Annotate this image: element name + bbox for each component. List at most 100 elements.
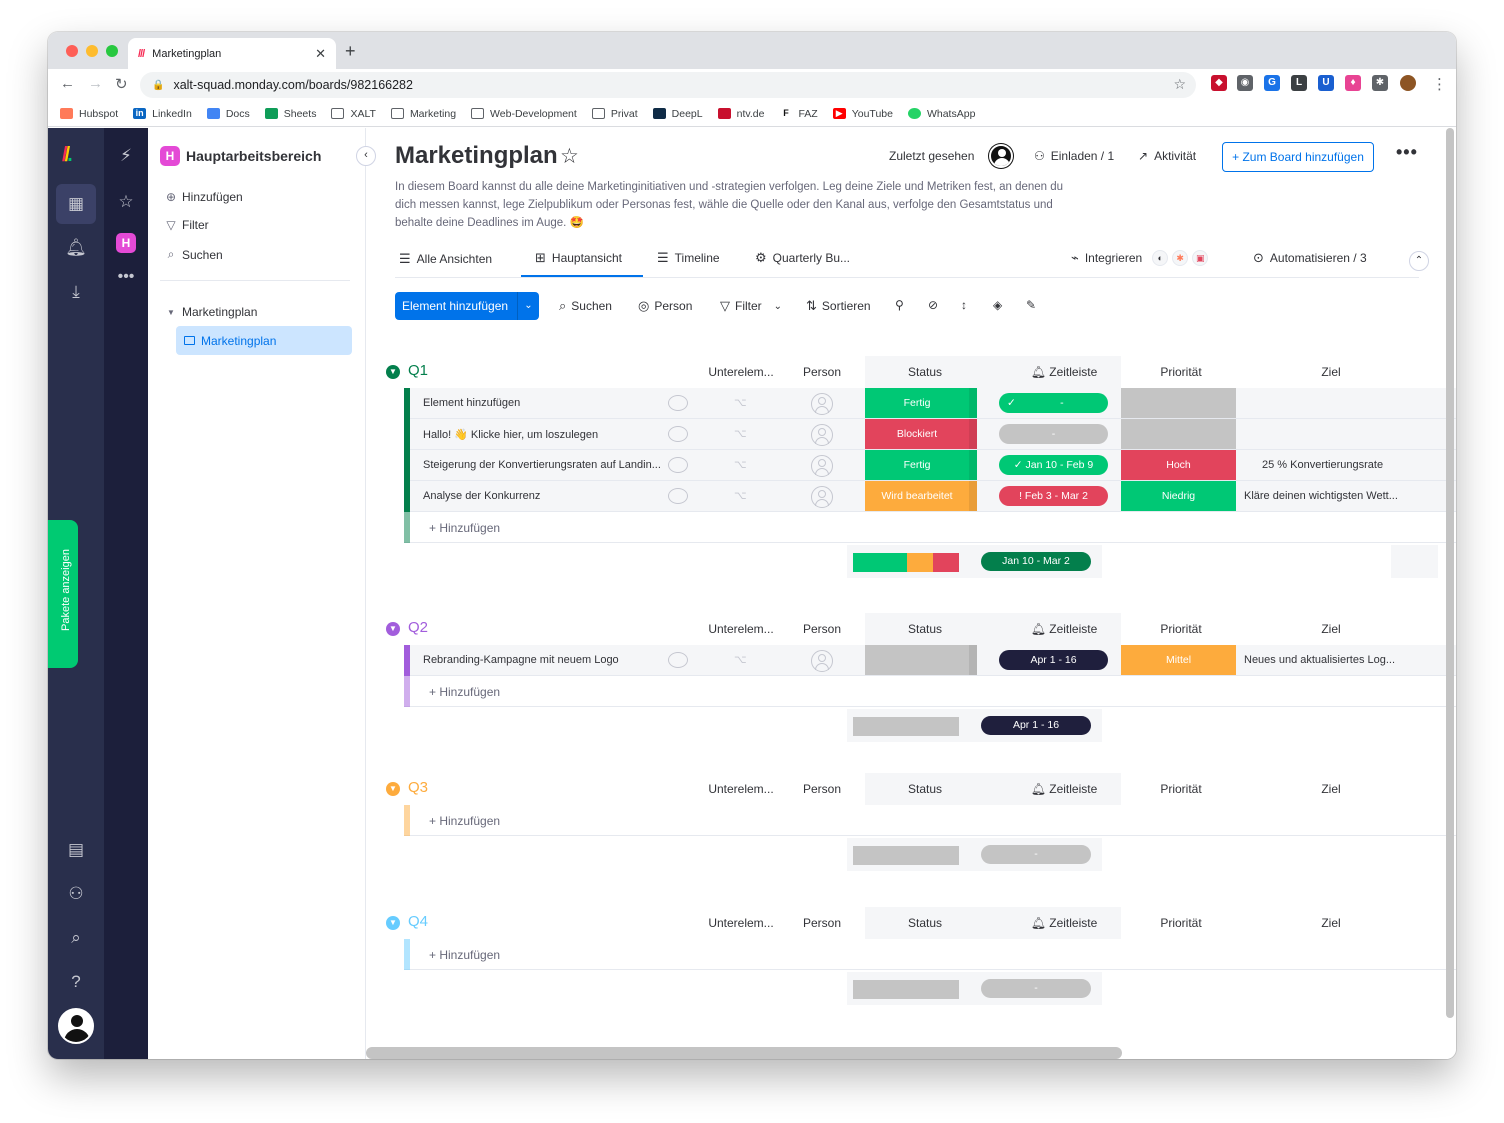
table-row[interactable]: Steigerung der Konvertierungsraten auf L… — [404, 450, 1456, 481]
group-title[interactable]: Q4 — [408, 913, 428, 930]
status-cell[interactable]: Wird bearbeitet — [865, 481, 977, 511]
column-header-timeline[interactable]: 🔔︎ Zeitleiste — [999, 782, 1129, 796]
bookmark-linkedin[interactable]: in LinkedIn — [133, 108, 192, 120]
bookmark-youtube[interactable]: ▶ YouTube — [832, 108, 893, 120]
collapse-header-button[interactable]: ⌃ — [1409, 251, 1429, 271]
minimize-window-button[interactable] — [86, 45, 98, 57]
column-header-timeline[interactable]: 🔔︎ Zeitleiste — [999, 365, 1129, 379]
subitems-icon[interactable]: ⌥ — [734, 396, 747, 409]
pen-icon[interactable]: ✎ — [1026, 298, 1036, 312]
sort-button[interactable]: ⇅ Sortieren — [806, 298, 871, 314]
group-title[interactable]: Q1 — [408, 362, 428, 379]
column-header-goal[interactable]: Ziel — [1266, 365, 1396, 379]
timeline-cell[interactable]: Apr 1 - 16 — [999, 650, 1108, 670]
bookmark-whatsapp[interactable]: WhatsApp — [907, 108, 975, 120]
subitems-icon[interactable]: ⌥ — [734, 458, 747, 471]
column-header-person[interactable]: Person — [782, 365, 862, 379]
status-cell[interactable]: Fertig — [865, 388, 977, 418]
new-tab-icon[interactable]: + — [345, 41, 356, 62]
hide-eye-icon[interactable]: ⊘ — [928, 298, 938, 312]
column-header-person[interactable]: Person — [782, 916, 862, 930]
search-icon[interactable]: ⌕ — [56, 928, 96, 948]
column-header-status[interactable]: Status — [865, 782, 985, 796]
row-name[interactable]: Analyse der Konkurrenz — [423, 490, 668, 502]
add-item-row[interactable]: + Hinzufügen — [404, 676, 1456, 707]
column-header-priority[interactable]: Priorität — [1121, 916, 1241, 930]
invite-member-icon[interactable]: ⚇ — [56, 884, 96, 904]
board-title[interactable]: Marketingplan — [395, 142, 558, 170]
goal-cell[interactable]: Neues und aktualisiertes Log... — [1244, 654, 1404, 666]
column-header-goal[interactable]: Ziel — [1266, 916, 1396, 930]
integrate-button[interactable]: ⌁ Integrieren ◐ ✱ ▣ — [1071, 250, 1209, 266]
column-header-priority[interactable]: Priorität — [1121, 365, 1241, 379]
bookmark-star-icon[interactable]: ☆ — [1173, 76, 1186, 93]
bookmark-faz[interactable]: F FAZ — [779, 108, 818, 120]
browser-tab[interactable]: /// Marketingplan ✕ — [128, 38, 336, 69]
person-placeholder-icon[interactable] — [811, 424, 833, 446]
row-name[interactable]: Rebranding-Kampagne mit neuem Logo — [423, 654, 668, 666]
bookmark-privat[interactable]: Privat — [591, 108, 638, 120]
workspace-avatar[interactable]: H — [116, 233, 136, 253]
status-cell[interactable]: Blockiert — [865, 419, 977, 449]
inbox-download-icon[interactable]: ⤓ — [56, 282, 96, 302]
extension-icon[interactable]: U — [1318, 75, 1334, 91]
chevron-down-icon[interactable]: ⌄ — [774, 301, 782, 312]
row-name[interactable]: Element hinzufügen — [423, 397, 668, 409]
column-header-priority[interactable]: Priorität — [1121, 782, 1241, 796]
person-filter-button[interactable]: ◎ Person — [638, 298, 692, 314]
row-height-icon[interactable]: ↕ — [961, 298, 967, 312]
address-bar[interactable]: 🔒 xalt-squad.monday.com/boards/982166282… — [140, 72, 1196, 98]
add-item-row[interactable]: + Hinzufügen — [404, 805, 1456, 836]
column-header-sub[interactable]: Unterelem... — [686, 622, 796, 636]
comment-bubble-icon[interactable] — [668, 426, 688, 442]
column-header-sub[interactable]: Unterelem... — [686, 365, 796, 379]
filter-button[interactable]: ▽ Filter ⌄ — [720, 298, 782, 314]
column-header-timeline[interactable]: 🔔︎ Zeitleiste — [999, 622, 1129, 636]
sidebar-search[interactable]: ⌕ Suchen — [164, 247, 223, 262]
add-item-row[interactable]: + Hinzufügen — [404, 939, 1456, 970]
subitems-icon[interactable]: ⌥ — [734, 427, 747, 440]
add-item-button[interactable]: Element hinzufügen ⌄ — [395, 292, 539, 320]
maximize-window-button[interactable] — [106, 45, 118, 57]
column-header-sub[interactable]: Unterelem... — [686, 916, 796, 930]
column-header-person[interactable]: Person — [782, 622, 862, 636]
person-placeholder-icon[interactable] — [811, 455, 833, 477]
subitems-icon[interactable]: ⌥ — [734, 653, 747, 666]
bookmark-xalt[interactable]: XALT — [331, 108, 376, 120]
favorite-star-icon[interactable]: ☆ — [560, 144, 579, 169]
profile-avatar[interactable] — [1400, 75, 1416, 91]
priority-cell[interactable]: Mittel — [1121, 645, 1236, 675]
group-title[interactable]: Q3 — [408, 779, 428, 796]
all-views-button[interactable]: ☰ Alle Ansichten — [399, 251, 492, 267]
status-cell[interactable] — [865, 645, 977, 675]
timeline-cell[interactable]: - — [999, 424, 1108, 444]
group-toggle-icon[interactable]: ▼ — [386, 916, 400, 930]
chevron-down-icon[interactable]: ⌄ — [517, 292, 539, 320]
column-header-status[interactable]: Status — [865, 365, 985, 379]
column-header-goal[interactable]: Ziel — [1266, 622, 1396, 636]
comment-bubble-icon[interactable] — [668, 457, 688, 473]
column-header-person[interactable]: Person — [782, 782, 862, 796]
row-name[interactable]: Steigerung der Konvertierungsraten auf L… — [423, 459, 668, 471]
timeline-cell[interactable]: ✓ Jan 10 - Feb 9 — [999, 455, 1108, 475]
timeline-cell[interactable]: ✓ - — [999, 393, 1108, 413]
tab-hauptansicht[interactable]: ⊞ Hauptansicht — [535, 250, 622, 266]
vertical-scrollbar[interactable] — [1446, 128, 1454, 1018]
browser-menu-icon[interactable]: ⋮ — [1432, 75, 1447, 93]
column-header-status[interactable]: Status — [865, 916, 985, 930]
sidebar-filter[interactable]: ▽ Filter — [164, 218, 208, 232]
group-toggle-icon[interactable]: ▼ — [386, 365, 400, 379]
group-toggle-icon[interactable]: ▼ — [386, 782, 400, 796]
notifications-bell-icon[interactable]: 🔔︎ — [56, 238, 96, 258]
table-row[interactable]: Hallo! 👋 Klicke hier, um loszulegen ⌥ Bl… — [404, 419, 1456, 450]
pakete-anzeigen-button[interactable]: Pakete anzeigen — [48, 520, 78, 668]
bookmark-deepl[interactable]: DeepL — [652, 108, 703, 120]
column-header-sub[interactable]: Unterelem... — [686, 782, 796, 796]
user-avatar[interactable] — [58, 1008, 94, 1044]
board-menu-icon[interactable]: ••• — [1396, 142, 1418, 163]
table-row[interactable]: Analyse der Konkurrenz ⌥ Wird bearbeitet… — [404, 481, 1456, 512]
add-item-row[interactable]: + Hinzufügen — [404, 512, 1456, 543]
search-button[interactable]: ⌕ Suchen — [559, 298, 612, 314]
close-tab-icon[interactable]: ✕ — [315, 46, 326, 62]
bookmark-ntv[interactable]: ntv.de — [717, 108, 764, 120]
